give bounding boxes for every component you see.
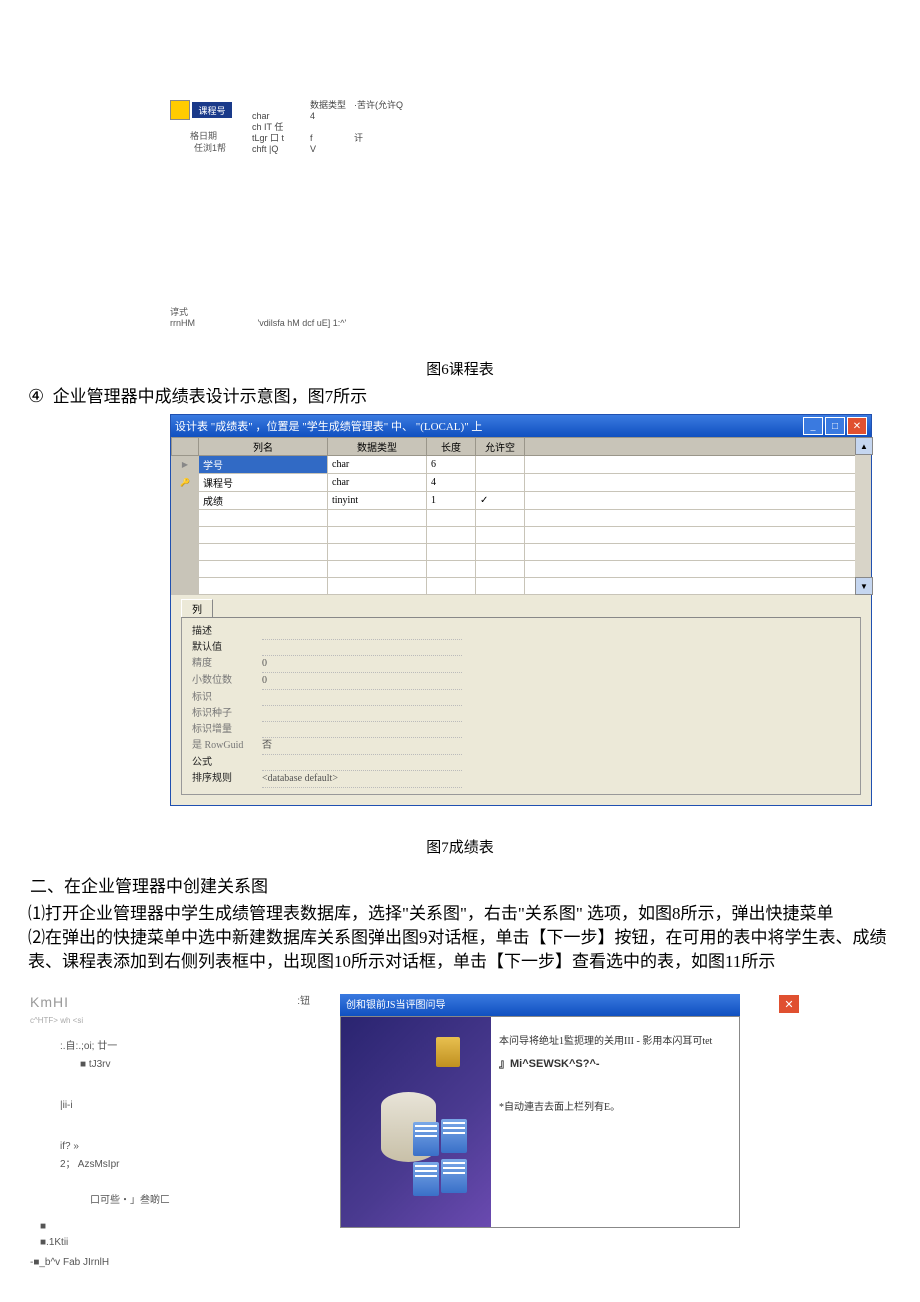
section-heading-2: 二、在企业管理器中创建关系图: [30, 872, 900, 897]
field-header: 课程号: [192, 102, 232, 118]
diagram-wizard-window: ✕ 创和银前JS当评图问导 Jl jt 本问导将绝址1監扼理的关用III - 影…: [340, 994, 740, 1228]
figure6-caption: 图6课程表: [20, 358, 900, 379]
tab-columns[interactable]: 列: [181, 599, 213, 617]
figure7-caption: 图7成绩表: [20, 836, 900, 857]
vertical-scrollbar[interactable]: ▲ ▼: [855, 437, 871, 595]
table-icon: [413, 1162, 439, 1196]
scroll-down-icon[interactable]: ▼: [855, 577, 873, 595]
minimize-button[interactable]: _: [803, 417, 823, 435]
figure6-fragment: ▲ 课程号 格日期 任浏1帮 数据类型·苦许(允许Q char4 ch IT 任…: [170, 100, 770, 328]
wizard-artwork: Jl jt: [341, 1017, 491, 1227]
maximize-button[interactable]: □: [825, 417, 845, 435]
window-title: 设计表 "成绩表" ，位置是 "学生成绩管理表" 中、 "(LOCAL)" 上: [175, 418, 482, 434]
grid-row[interactable]: 成绩tinyint1✓: [172, 492, 871, 510]
paragraph-step2: ⑵在弹出的快捷菜单中选中新建数据库关系图弹出图9对话框，单击【下一步】按钮，在可…: [20, 926, 900, 974]
columns-grid[interactable]: 列名 数据类型 长度 允许空 ▶学号char6 🔑课程号char4 成绩tiny…: [171, 437, 871, 595]
key-icon: 🔑: [180, 478, 190, 487]
grid-row[interactable]: 🔑课程号char4: [172, 474, 871, 492]
table-icon: [413, 1122, 439, 1156]
table-icon: [441, 1159, 467, 1193]
label-text: 任浏1帮: [194, 142, 232, 154]
row-selector-icon: [170, 100, 190, 120]
database-gold-icon: [436, 1037, 460, 1067]
grid-row[interactable]: ▶学号char6: [172, 456, 871, 474]
wizard-text: 』Mi^SEWSK^S?^-: [499, 1057, 731, 1071]
figure8-fragment: KmHI :钮 c^HTF> wh <si :.自:.;oi; 廿一 ■ tJ3…: [30, 994, 310, 1271]
column-properties-panel: 描述 默认值 精度0 小数位数0 标识 标识种子 标识增量 是 RowGuid否…: [181, 617, 861, 795]
paragraph-step1: ⑴打开企业管理器中学生成绩管理表数据库，选择"关系图"，右击"关系图" 选项，如…: [20, 902, 900, 926]
format-row: 谆式 rrnHM 'vdilsfa hM dcf uE] 1:^': [170, 305, 770, 328]
paragraph-4: ④ 企业管理器中成绩表设计示意图，图7所示: [20, 384, 900, 409]
wizard-text: *自动連吉去面上栏列有E。: [499, 1101, 731, 1115]
wizard-text: 本问导将绝址1監扼理的关用III - 影用本闪耳可tet: [499, 1035, 731, 1049]
label-text: 格日期: [190, 130, 232, 142]
current-row-icon: ▶: [182, 460, 188, 469]
table-icon: [441, 1119, 467, 1153]
window-titlebar[interactable]: 设计表 "成绩表" ，位置是 "学生成绩管理表" 中、 "(LOCAL)" 上 …: [171, 415, 871, 437]
table-designer-window: 设计表 "成绩表" ，位置是 "学生成绩管理表" 中、 "(LOCAL)" 上 …: [170, 414, 872, 806]
field-grid: 数据类型·苦许(允许Q char4 ch IT 任 tLgr 口 tf讦 chf…: [252, 100, 411, 155]
close-button[interactable]: ✕: [778, 994, 800, 1014]
wizard-titlebar[interactable]: 创和银前JS当评图问导: [340, 994, 740, 1016]
close-button[interactable]: ✕: [847, 417, 867, 435]
scroll-up-icon[interactable]: ▲: [855, 437, 873, 455]
